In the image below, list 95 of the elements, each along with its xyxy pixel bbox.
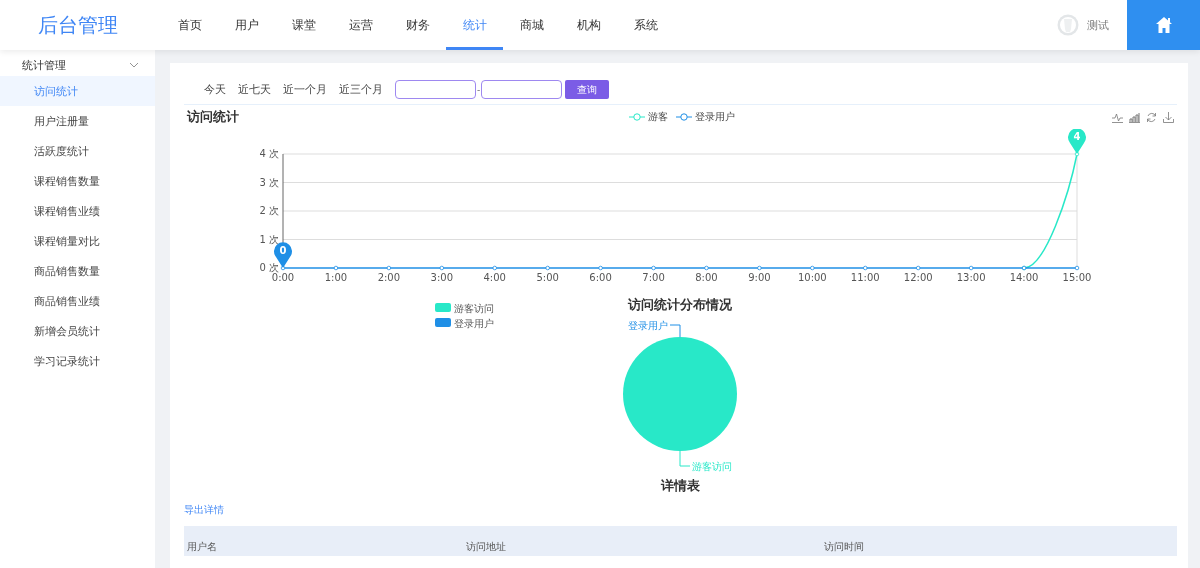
chart-title: 访问统计分布情况 — [628, 297, 732, 312]
range-separator: - — [477, 84, 481, 95]
nav-tab[interactable]: 财务 — [389, 0, 446, 50]
x-tick-label: 15:00 — [1062, 272, 1092, 283]
slice-label: 游客访问 — [692, 461, 732, 472]
data-point — [280, 265, 286, 271]
column-header: 访问时间 — [823, 540, 865, 554]
nav-tab[interactable]: 系统 — [617, 0, 674, 50]
sidebar-item[interactable]: 用户注册量 — [0, 106, 155, 136]
sidebar-item[interactable]: 课程销售业绩 — [0, 196, 155, 226]
legend-marker[interactable] — [676, 113, 692, 121]
sidebar-item[interactable]: 课程销售数量 — [0, 166, 155, 196]
logo[interactable]: 后台管理 — [0, 0, 155, 50]
user-name[interactable]: 测试 — [1087, 17, 1109, 33]
x-tick-label: 14:00 — [1009, 272, 1039, 283]
date-field[interactable] — [395, 80, 476, 99]
nav-tab[interactable]: 首页 — [161, 0, 218, 50]
data-point — [916, 265, 921, 271]
sidebar-item[interactable]: 活跃度统计 — [0, 136, 155, 166]
nav-tab[interactable]: 统计 — [446, 0, 503, 50]
x-tick-label: 0:00 — [271, 272, 295, 283]
data-point — [333, 265, 339, 271]
export-link[interactable]: 导出详情 — [184, 503, 224, 517]
nav-tab[interactable]: 课堂 — [275, 0, 332, 50]
nav-tab[interactable]: 机构 — [560, 0, 617, 50]
menu-group[interactable]: 统计管理 — [0, 54, 155, 76]
x-tick-label: 12:00 — [903, 272, 933, 283]
sidebar-item[interactable]: 新增会员统计 — [0, 316, 155, 346]
download-icon[interactable] — [1163, 111, 1174, 123]
data-point — [704, 265, 709, 271]
x-tick-label: 10:00 — [797, 272, 827, 283]
legend-label[interactable]: 游客访问 — [454, 303, 494, 314]
y-tick-label: 3 次 — [259, 176, 279, 188]
legend-label[interactable]: 登录用户 — [454, 318, 494, 329]
sidebar-item[interactable]: 学习记录统计 — [0, 346, 155, 376]
data-point — [968, 265, 974, 271]
x-tick-label: 7:00 — [642, 272, 665, 283]
column-header: 用户名 — [186, 540, 218, 554]
line-chart-icon[interactable] — [1112, 111, 1123, 123]
x-tick-label: 6:00 — [589, 272, 612, 283]
legend-swatch[interactable] — [435, 318, 451, 327]
chart-title: 访问统计 — [187, 108, 240, 126]
y-tick-label: 4 次 — [259, 148, 279, 159]
leader-line — [669, 324, 681, 338]
legend-label[interactable]: 登录用户 — [695, 110, 735, 124]
value-pin: 4 — [1068, 129, 1086, 154]
column-header: 访问地址 — [465, 540, 507, 554]
x-tick-label: 4:00 — [483, 272, 506, 283]
x-tick-label: 2:00 — [377, 272, 401, 283]
home-button[interactable] — [1127, 0, 1200, 50]
bar-chart-icon[interactable] — [1129, 111, 1140, 123]
data-point — [863, 265, 868, 271]
data-point — [386, 265, 392, 271]
y-tick-label: 1 次 — [259, 233, 279, 245]
x-tick-label: 11:00 — [850, 272, 880, 283]
range-link[interactable]: 近一个月 — [283, 82, 327, 97]
range-link[interactable]: 近七天 — [238, 82, 271, 97]
data-point — [757, 265, 762, 271]
date-field[interactable] — [481, 80, 563, 99]
data-point — [492, 265, 497, 271]
x-tick-label: 1:00 — [324, 272, 348, 283]
y-tick-label: 2 次 — [259, 205, 279, 216]
home-icon — [1154, 16, 1173, 34]
sidebar-item[interactable]: 访问统计 — [0, 76, 155, 106]
x-tick-label: 13:00 — [956, 272, 986, 283]
range-link[interactable]: 今天 — [204, 82, 226, 97]
data-point — [651, 265, 656, 271]
sidebar-item[interactable]: 课程销量对比 — [0, 226, 155, 256]
leader-line — [679, 450, 691, 467]
sidebar-item[interactable]: 商品销售数量 — [0, 256, 155, 286]
nav-tab[interactable]: 用户 — [218, 0, 275, 50]
x-tick-label: 9:00 — [748, 272, 771, 283]
annotation: 0 — [279, 245, 287, 256]
data-point — [439, 265, 444, 271]
annotation: 4 — [1073, 131, 1081, 142]
x-tick-label: 3:00 — [430, 272, 454, 283]
x-tick-label: 8:00 — [695, 272, 718, 283]
data-point — [545, 265, 550, 271]
query-button[interactable]: 查询 — [565, 80, 610, 99]
legend-swatch[interactable] — [435, 303, 451, 312]
legend-label[interactable]: 游客 — [648, 110, 668, 124]
data-point — [598, 265, 603, 271]
nav-tab[interactable]: 运营 — [332, 0, 389, 50]
table-title: 详情表 — [659, 477, 701, 495]
data-point — [810, 265, 815, 271]
legend-marker[interactable] — [629, 113, 645, 121]
sidebar-item[interactable]: 商品销售业绩 — [0, 286, 155, 316]
data-point — [1074, 265, 1080, 271]
slice-label: 登录用户 — [628, 320, 668, 331]
data-point — [1074, 151, 1080, 157]
refresh-icon[interactable] — [1146, 111, 1157, 123]
nav-tab[interactable]: 商城 — [503, 0, 560, 50]
range-link[interactable]: 近三个月 — [339, 82, 383, 97]
x-tick-label: 5:00 — [536, 272, 559, 283]
menu-group-label: 统计管理 — [22, 57, 66, 73]
